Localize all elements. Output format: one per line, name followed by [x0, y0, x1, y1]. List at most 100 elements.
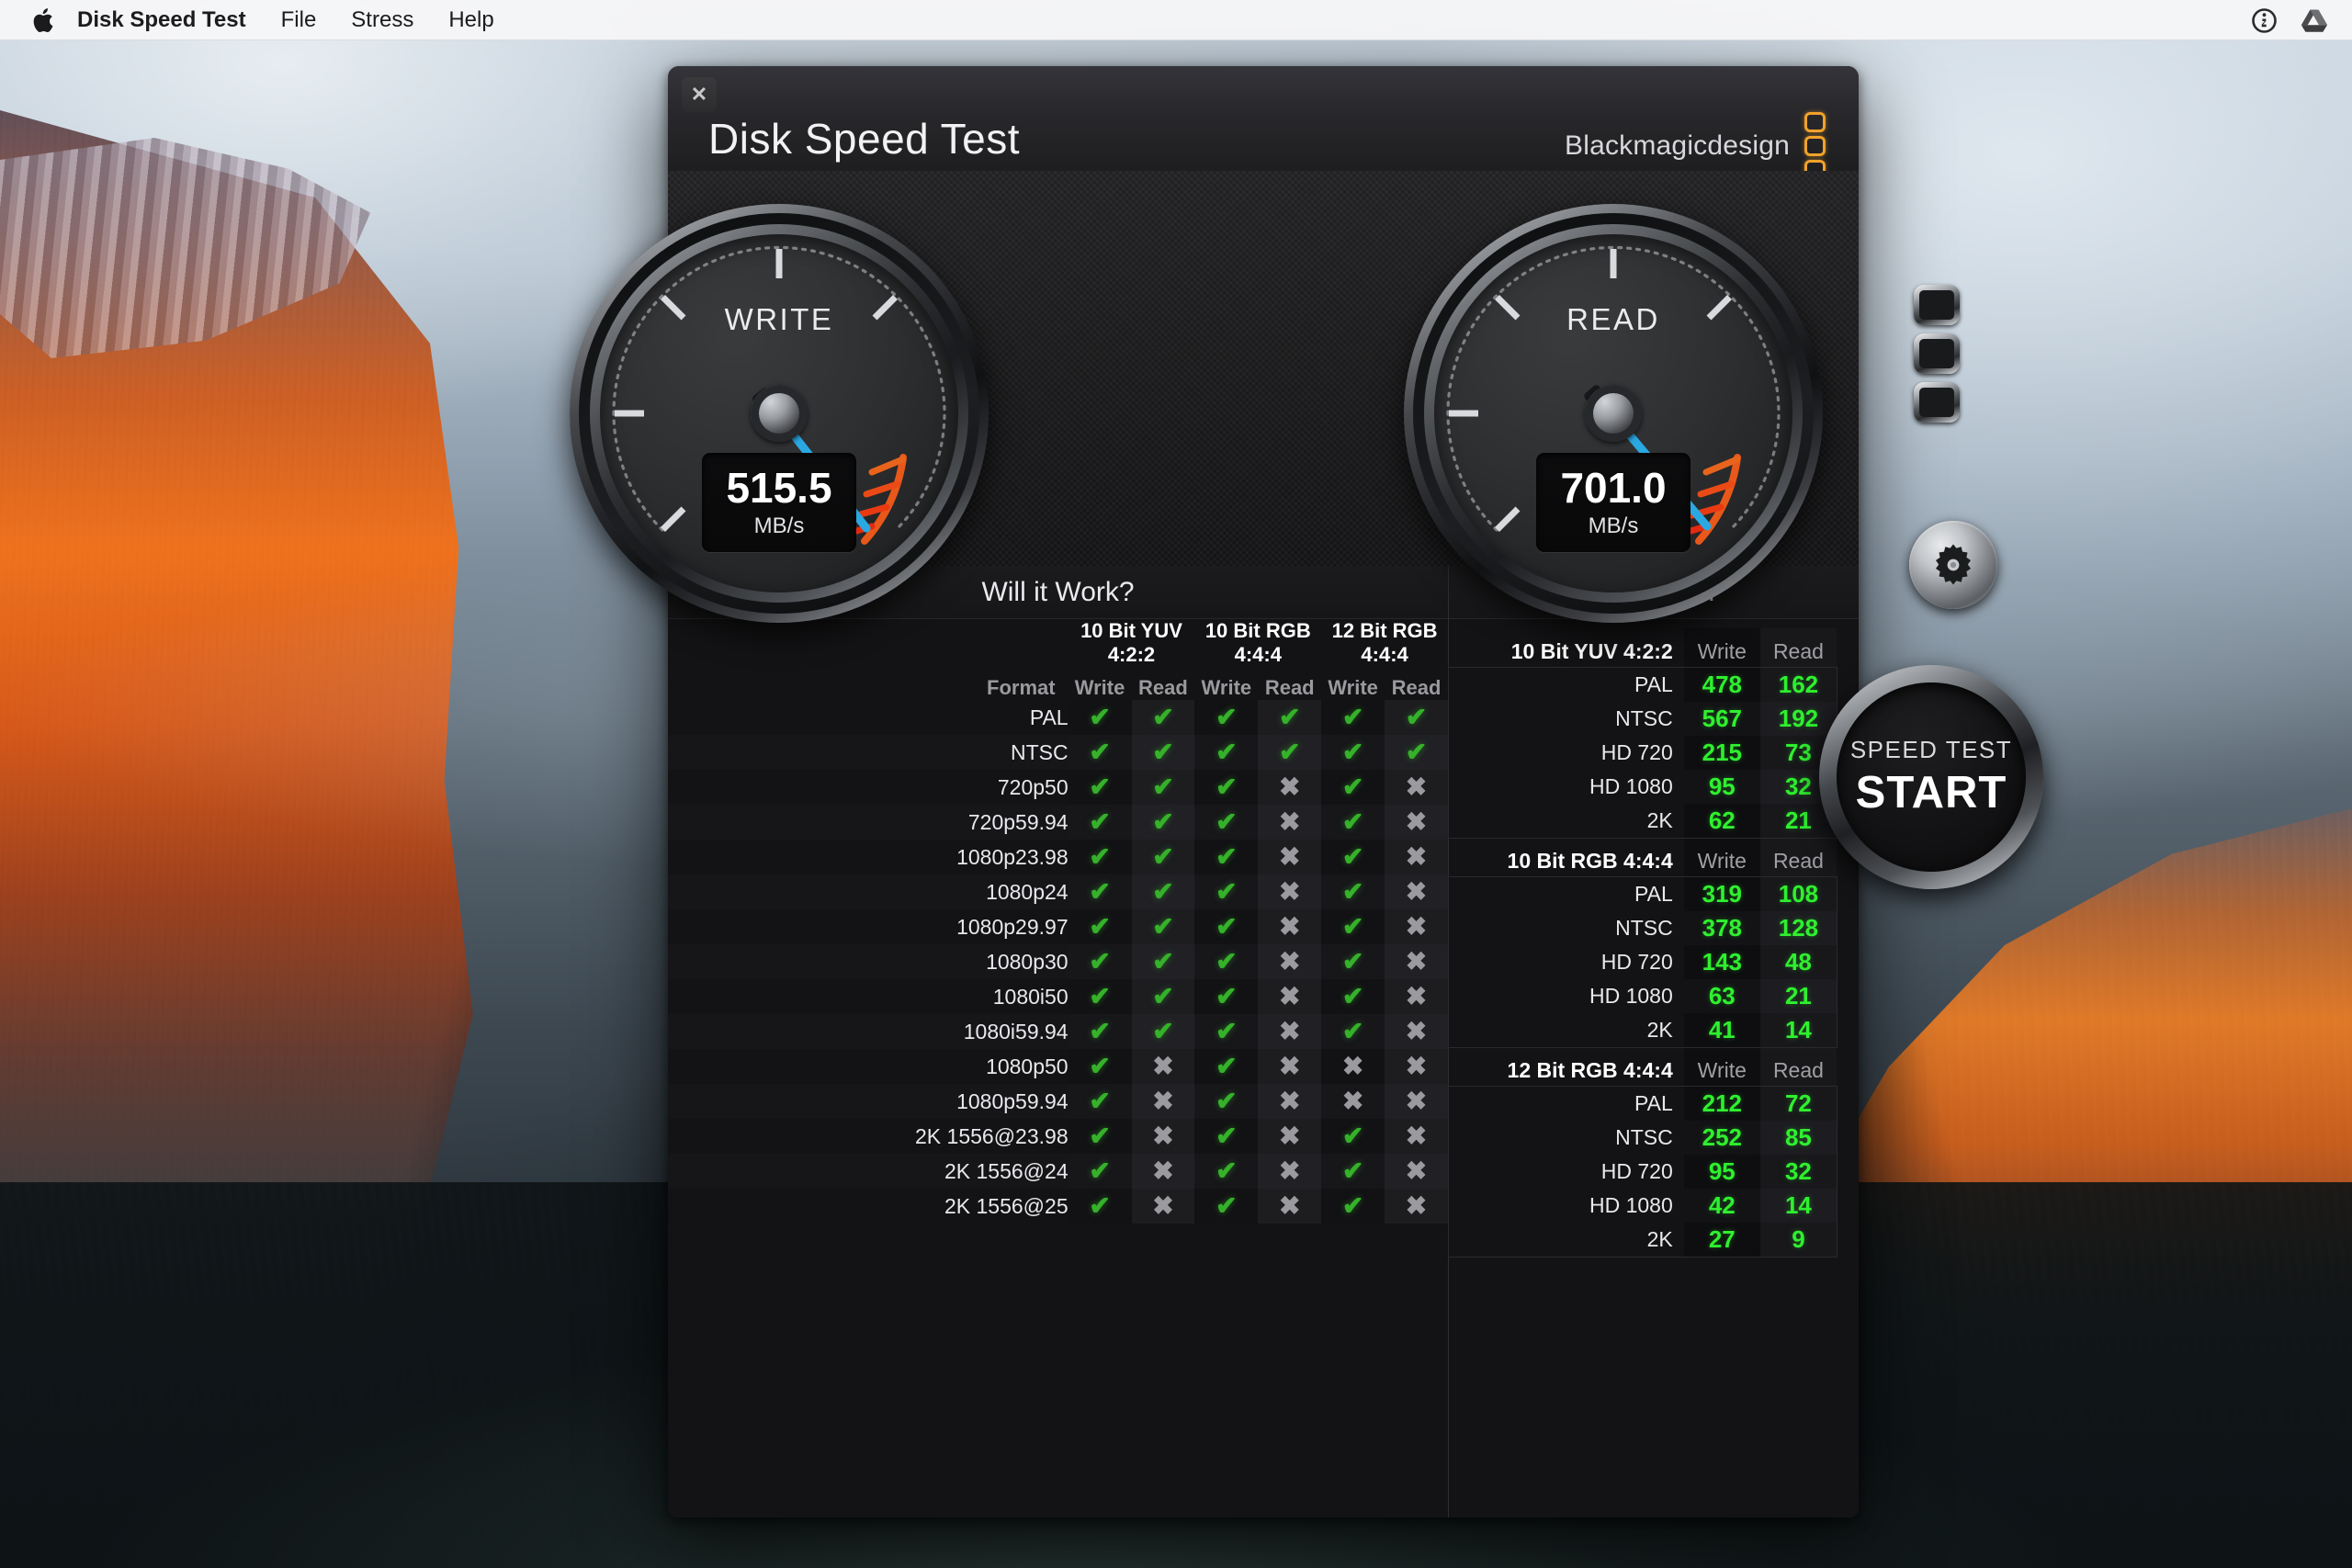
support-no-icon: ✖ — [1258, 944, 1321, 979]
format-label: 1080p23.98 — [668, 840, 1069, 874]
format-label: NTSC — [1449, 702, 1684, 736]
column-header-format: Format — [668, 667, 1069, 700]
format-label: 1080p50 — [668, 1049, 1069, 1084]
support-yes-icon: ✔ — [1194, 979, 1258, 1014]
column-header-read-3: Read — [1385, 667, 1448, 700]
column-header-write-2: Write — [1194, 667, 1258, 700]
support-yes-icon: ✔ — [1132, 770, 1195, 805]
how-fast-group-body: PAL319108NTSC378128HD 72014348HD 1080632… — [1449, 877, 1837, 1047]
support-no-icon: ✖ — [1132, 1084, 1195, 1119]
read-speed-value: 14 — [1760, 1189, 1837, 1223]
format-label: 1080p30 — [668, 944, 1069, 979]
write-speed-value: 95 — [1684, 1155, 1760, 1189]
column-header-read-1: Read — [1132, 667, 1195, 700]
support-yes-icon: ✔ — [1321, 1014, 1385, 1049]
google-drive-icon[interactable] — [2301, 8, 2328, 33]
support-no-icon: ✖ — [1132, 1119, 1195, 1154]
menu-stress[interactable]: Stress — [334, 0, 431, 40]
support-no-icon: ✖ — [1258, 1154, 1321, 1189]
format-label: 1080i59.94 — [668, 1014, 1069, 1049]
read-speed-value: 72 — [1760, 1087, 1837, 1121]
support-yes-icon: ✔ — [1385, 700, 1448, 735]
format-label: HD 1080 — [1449, 1189, 1684, 1223]
read-speed-value: 9 — [1760, 1223, 1837, 1257]
support-yes-icon: ✔ — [1132, 909, 1195, 944]
how-fast-table: 10 Bit YUV 4:2:2WriteReadPAL478162NTSC56… — [1449, 628, 1837, 1257]
start-button-sublabel: SPEED TEST — [1850, 736, 2012, 764]
support-yes-icon: ✔ — [1385, 735, 1448, 770]
read-gauge: READ 701.0 MB/s — [1404, 204, 1823, 623]
write-gauge-label: WRITE — [600, 302, 958, 337]
write-gauge-hub — [751, 385, 808, 442]
format-label: HD 720 — [1449, 945, 1684, 979]
support-yes-icon: ✔ — [1194, 735, 1258, 770]
info-circle-icon[interactable] — [2252, 8, 2277, 33]
read-gauge-face: READ 701.0 MB/s — [1434, 234, 1792, 592]
gear-icon[interactable] — [1909, 521, 1997, 609]
format-label: 720p59.94 — [668, 805, 1069, 840]
table-row: PAL319108 — [1449, 877, 1837, 911]
support-no-icon: ✖ — [1385, 1084, 1448, 1119]
will-it-work-panel: Will it Work? 10 Bit YUV 4:2:2 10 Bit RG… — [668, 566, 1448, 1517]
support-yes-icon: ✔ — [1194, 770, 1258, 805]
support-yes-icon: ✔ — [1132, 874, 1195, 909]
read-speed-value: 85 — [1760, 1121, 1837, 1155]
menu-file[interactable]: File — [264, 0, 334, 40]
start-speed-test-button[interactable]: SPEED TEST START — [1819, 665, 2043, 889]
close-icon[interactable]: ✕ — [682, 77, 717, 112]
write-speed-value: 567 — [1684, 702, 1760, 736]
table-row: HD 72014348 — [1449, 945, 1837, 979]
support-no-icon: ✖ — [1258, 805, 1321, 840]
support-yes-icon: ✔ — [1069, 909, 1132, 944]
support-yes-icon: ✔ — [1194, 1189, 1258, 1224]
support-yes-icon: ✔ — [1194, 840, 1258, 874]
support-no-icon: ✖ — [1321, 1049, 1385, 1084]
write-speed-value: 378 — [1684, 911, 1760, 945]
support-no-icon: ✖ — [1385, 1189, 1448, 1224]
support-no-icon: ✖ — [1385, 840, 1448, 874]
format-label: 2K 1556@23.98 — [668, 1119, 1069, 1154]
support-no-icon: ✖ — [1385, 979, 1448, 1014]
support-no-icon: ✖ — [1385, 874, 1448, 909]
apple-logo-icon[interactable] — [33, 8, 53, 32]
table-row: PAL✔✔✔✔✔✔ — [668, 700, 1448, 735]
format-label: 1080p24 — [668, 874, 1069, 909]
support-yes-icon: ✔ — [1194, 700, 1258, 735]
read-gauge-hub — [1585, 385, 1642, 442]
read-speed-value: 128 — [1760, 911, 1837, 945]
read-readout: 701.0 MB/s — [1536, 453, 1690, 552]
format-label: 2K — [1449, 1013, 1684, 1047]
format-label: PAL — [1449, 877, 1684, 911]
menu-help[interactable]: Help — [431, 0, 511, 40]
table-row: HD 10804214 — [1449, 1189, 1837, 1223]
table-row: PAL478162 — [1449, 668, 1837, 702]
group-name: 10 Bit YUV 4:2:2 — [1449, 628, 1684, 668]
support-yes-icon: ✔ — [1194, 1014, 1258, 1049]
how-fast-panel: How Fast? 10 Bit YUV 4:2:2WriteReadPAL47… — [1448, 566, 1859, 1517]
support-no-icon: ✖ — [1258, 770, 1321, 805]
support-no-icon: ✖ — [1385, 1154, 1448, 1189]
column-header-read: Read — [1760, 628, 1837, 668]
format-label: 720p50 — [668, 770, 1069, 805]
group-header-10bit-rgb: 10 Bit RGB 4:4:4 — [1194, 619, 1321, 667]
support-yes-icon: ✔ — [1321, 770, 1385, 805]
format-label: 1080p29.97 — [668, 909, 1069, 944]
support-yes-icon: ✔ — [1069, 979, 1132, 1014]
write-speed-value: 63 — [1684, 979, 1760, 1013]
table-row: NTSC567192 — [1449, 702, 1837, 736]
menu-app-name[interactable]: Disk Speed Test — [77, 0, 264, 40]
write-speed-value: 143 — [1684, 945, 1760, 979]
read-speed-value: 162 — [1760, 668, 1837, 702]
format-label: HD 720 — [1449, 1155, 1684, 1189]
format-label: 1080i50 — [668, 979, 1069, 1014]
support-no-icon: ✖ — [1132, 1049, 1195, 1084]
support-yes-icon: ✔ — [1321, 735, 1385, 770]
support-yes-icon: ✔ — [1069, 1154, 1132, 1189]
write-unit: MB/s — [754, 513, 805, 539]
center-logo-squares-icon — [1914, 285, 1960, 423]
table-column-header-row: Format Write Read Write Read Write Read — [668, 667, 1448, 700]
group-name: 12 Bit RGB 4:4:4 — [1449, 1047, 1684, 1087]
support-yes-icon: ✔ — [1132, 1014, 1195, 1049]
support-yes-icon: ✔ — [1321, 1119, 1385, 1154]
table-row: 2K6221 — [1449, 804, 1837, 838]
